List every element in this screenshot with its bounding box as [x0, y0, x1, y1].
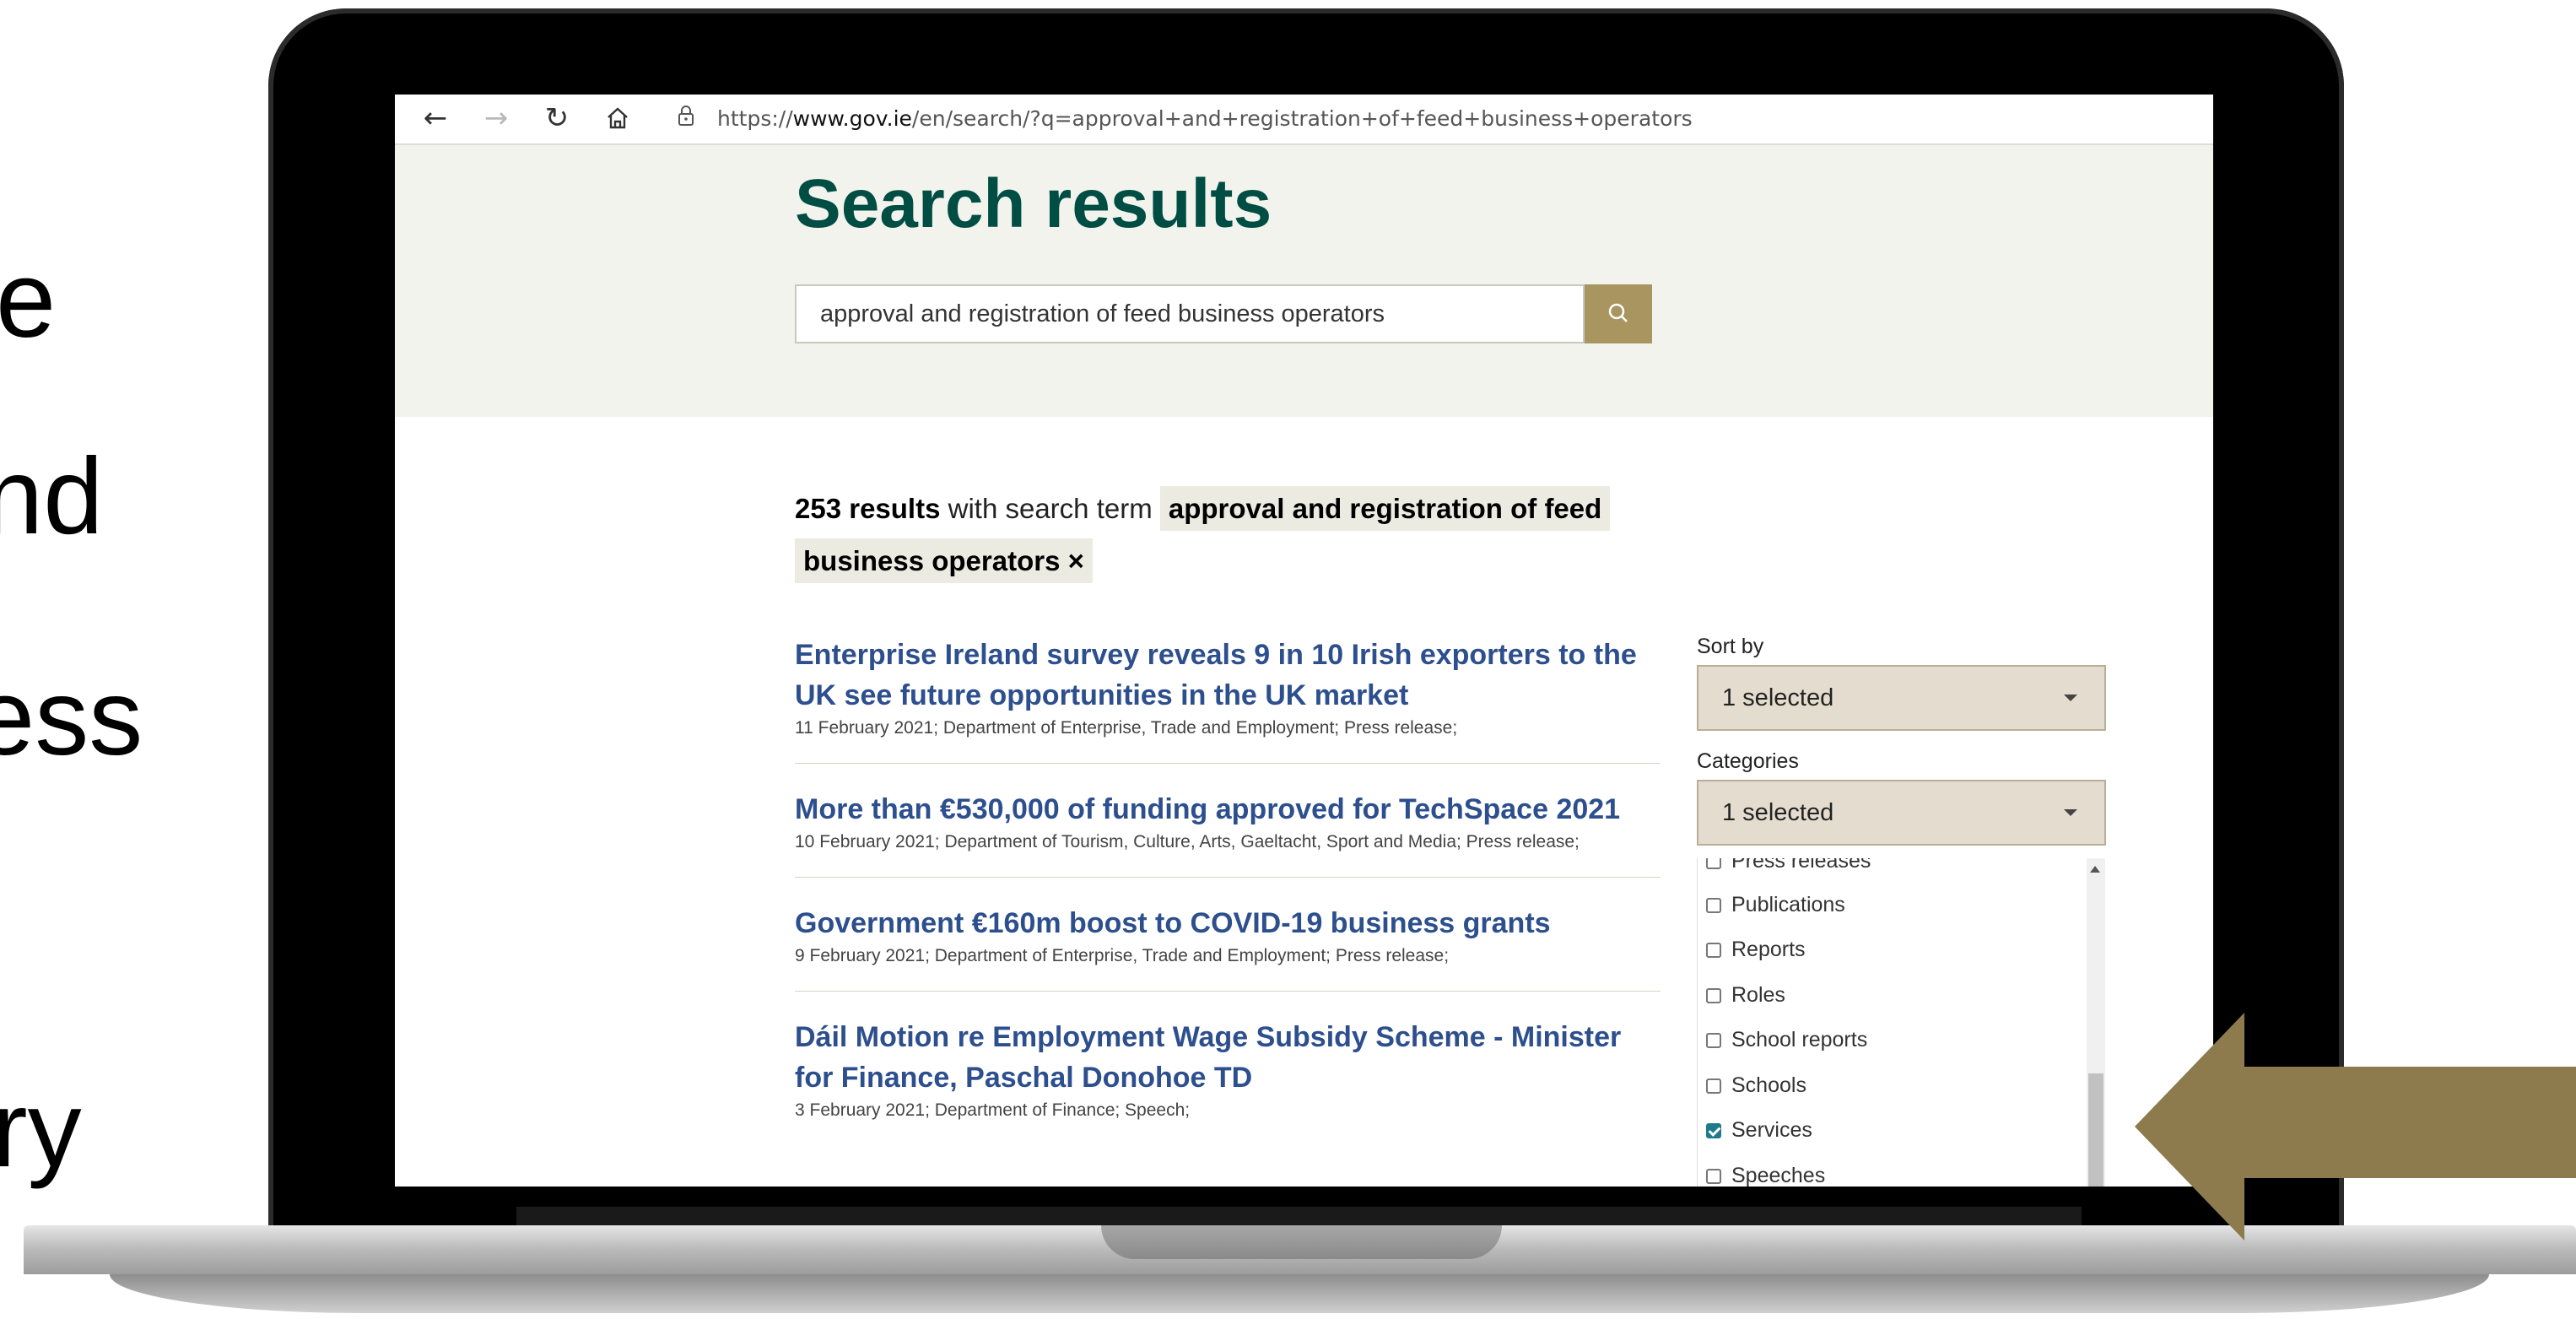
laptop-notch — [1101, 1225, 1502, 1259]
category-option[interactable]: Speeches — [1706, 1163, 1825, 1187]
slide-text-fragment-4: ry — [0, 1069, 82, 1190]
url-path: /en/search/?q=approval+and+registration+… — [911, 106, 1693, 131]
pointer-arrow-icon — [2135, 1013, 2576, 1241]
category-option-label: Schools — [1731, 1073, 1806, 1097]
categories-value: 1 selected — [1722, 799, 1834, 826]
result-meta: 11 February 2021; Department of Enterpri… — [795, 718, 1458, 738]
result-meta: 9 February 2021; Department of Enterpris… — [795, 946, 1450, 965]
sort-by-select[interactable]: 1 selected — [1697, 665, 2106, 731]
result-title-link[interactable]: Enterprise Ireland survey reveals 9 in 1… — [795, 635, 1661, 716]
back-arrow-icon[interactable]: ← — [419, 101, 452, 135]
checkbox[interactable] — [1706, 1078, 1721, 1094]
category-option-label: School reports — [1731, 1028, 1868, 1051]
category-option-label: Reports — [1731, 938, 1806, 961]
reload-icon[interactable]: ↻ — [540, 101, 574, 135]
result-item: Dáil Motion re Employment Wage Subsidy S… — [795, 1017, 1661, 1145]
sort-by-value: 1 selected — [1722, 684, 1834, 711]
laptop-base-bottom — [110, 1274, 2489, 1313]
url-host: www.gov.ie — [792, 106, 912, 131]
category-option-label: Publications — [1731, 893, 1845, 916]
scroll-up-arrow-icon[interactable] — [2090, 866, 2100, 873]
laptop-hinge — [516, 1207, 2082, 1225]
search-input[interactable] — [795, 284, 1585, 343]
slide-text-fragment-1: e — [0, 240, 57, 360]
results-summary: 253 results with search term approval an… — [795, 483, 1622, 587]
checkbox[interactable] — [1706, 1033, 1721, 1048]
search-button[interactable] — [1585, 284, 1652, 343]
result-title-link[interactable]: Dáil Motion re Employment Wage Subsidy S… — [795, 1017, 1661, 1098]
checkbox[interactable] — [1706, 1169, 1721, 1184]
search-hero — [395, 145, 2213, 417]
category-option[interactable]: Press releases — [1706, 858, 1871, 873]
checkbox[interactable] — [1706, 988, 1721, 1003]
checkbox[interactable] — [1706, 943, 1721, 958]
result-title-link[interactable]: Government €160m boost to COVID-19 busin… — [795, 903, 1661, 943]
category-option[interactable]: Reports — [1706, 937, 1806, 962]
categories-options-list: Press releases Publications Reports Role… — [1697, 858, 2107, 1187]
browser-toolbar: ← → ↻ https://www.gov.ie/en/search/?q=ap… — [395, 95, 2213, 145]
caret-down-icon — [2064, 809, 2077, 816]
categories-select[interactable]: 1 selected — [1697, 780, 2106, 846]
result-meta: 3 February 2021; Department of Finance; … — [795, 1100, 1191, 1120]
category-option[interactable]: Roles — [1706, 982, 1785, 1008]
address-bar[interactable]: https://www.gov.ie/en/search/?q=approval… — [717, 106, 1693, 131]
forward-arrow-icon[interactable]: → — [479, 101, 513, 135]
checkbox-checked[interactable] — [1706, 1123, 1721, 1138]
result-item: Enterprise Ireland survey reveals 9 in 1… — [795, 635, 1661, 764]
category-option-label: Press releases — [1731, 858, 1871, 873]
category-option-label: Services — [1731, 1118, 1812, 1142]
home-icon[interactable] — [601, 101, 635, 135]
summary-text: with search term — [940, 493, 1160, 524]
slide-text-fragment-3: ess — [0, 657, 143, 778]
checkbox[interactable] — [1706, 898, 1721, 913]
results-count: 253 results — [795, 493, 941, 524]
result-item: More than €530,000 of funding approved f… — [795, 789, 1661, 878]
sort-by-label: Sort by — [1697, 635, 1764, 658]
filter-sidebar: Sort by 1 selected Categories 1 selected — [1697, 635, 2106, 864]
category-option-label: Speeches — [1731, 1164, 1826, 1187]
category-option[interactable]: Schools — [1706, 1073, 1806, 1098]
result-item: Government €160m boost to COVID-19 busin… — [795, 903, 1661, 992]
result-title-link[interactable]: More than €530,000 of funding approved f… — [795, 789, 1661, 830]
caret-down-icon — [2064, 695, 2077, 701]
laptop-screen: ← → ↻ https://www.gov.ie/en/search/?q=ap… — [395, 95, 2213, 1187]
slide-text-fragment-2: nd — [0, 436, 104, 557]
padlock-icon[interactable] — [677, 105, 695, 132]
category-option[interactable]: Publications — [1706, 892, 1845, 917]
page-title: Search results — [795, 165, 1272, 242]
results-list: Enterprise Ireland survey reveals 9 in 1… — [795, 635, 1661, 1170]
category-option[interactable]: School reports — [1706, 1027, 1867, 1052]
category-option-label: Roles — [1731, 983, 1785, 1007]
search-icon — [1608, 303, 1628, 322]
checkbox[interactable] — [1706, 858, 1721, 869]
scrollbar-thumb[interactable] — [2088, 1073, 2103, 1187]
categories-label: Categories — [1697, 749, 1799, 773]
category-option-selected[interactable]: Services — [1706, 1117, 1812, 1143]
result-meta: 10 February 2021; Department of Tourism,… — [795, 832, 1580, 851]
url-prefix: https:// — [717, 106, 793, 131]
